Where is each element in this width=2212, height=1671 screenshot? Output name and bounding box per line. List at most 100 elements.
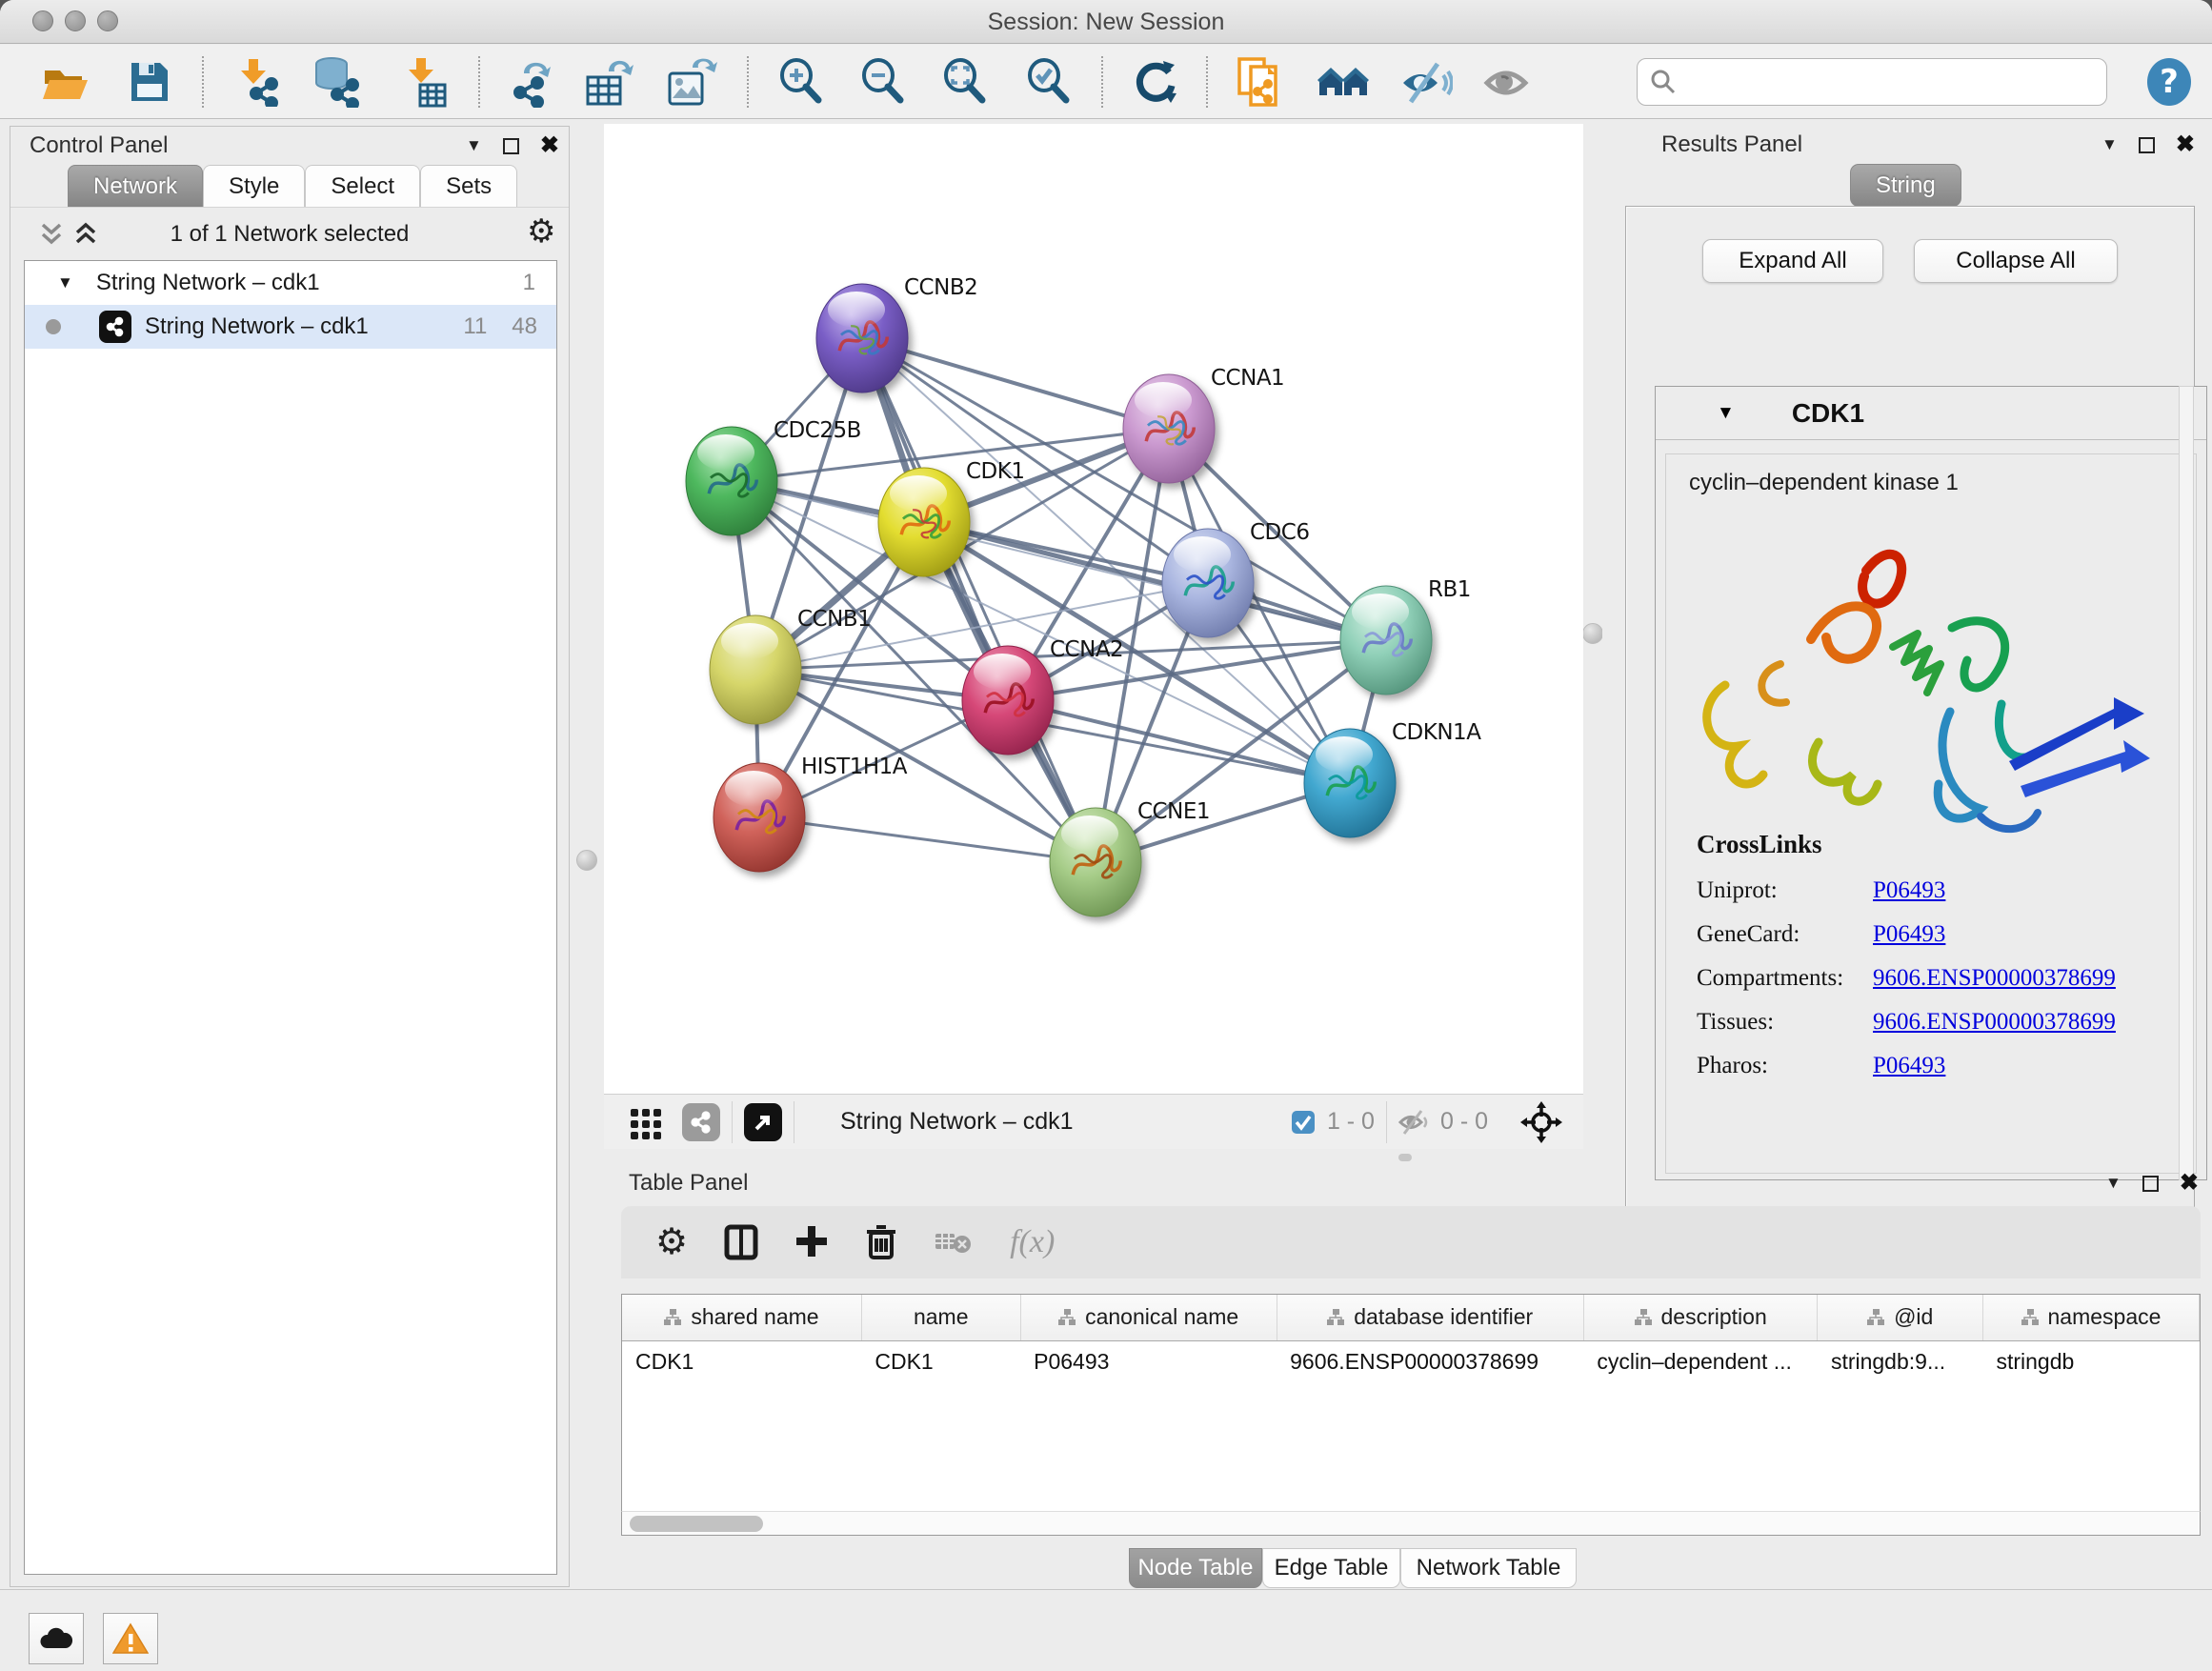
- export-network-icon[interactable]: [503, 54, 558, 110]
- table-panel-float-icon[interactable]: [2142, 1176, 2159, 1192]
- zoom-fit-icon[interactable]: [937, 54, 993, 110]
- tab-sets[interactable]: Sets: [420, 165, 517, 207]
- table-cell[interactable]: CDK1: [861, 1340, 1020, 1382]
- table-cell[interactable]: P06493: [1020, 1340, 1277, 1382]
- bottom-splitter-handle[interactable]: [1398, 1154, 1412, 1161]
- table-cell[interactable]: CDK1: [622, 1340, 861, 1382]
- save-session-icon[interactable]: [122, 54, 177, 110]
- table-row[interactable]: CDK1CDK1P064939606.ENSP00000378699cyclin…: [622, 1340, 2200, 1382]
- table-cell[interactable]: cyclin–dependent ...: [1583, 1340, 1818, 1382]
- show-columns-icon[interactable]: [724, 1223, 758, 1261]
- protein-header[interactable]: ▼ CDK1: [1656, 387, 2206, 440]
- crosslink-link[interactable]: P06493: [1873, 877, 1945, 904]
- first-neighbors-icon[interactable]: [1317, 54, 1372, 110]
- tab-node-table[interactable]: Node Table: [1129, 1548, 1262, 1588]
- column-header-canonical-name[interactable]: canonical name: [1020, 1295, 1277, 1340]
- add-column-icon[interactable]: [794, 1224, 829, 1260]
- tab-style[interactable]: Style: [203, 165, 305, 207]
- network-node-CDKN1A[interactable]: [1304, 729, 1396, 837]
- table-cell[interactable]: 9606.ENSP00000378699: [1277, 1340, 1583, 1382]
- table-cell[interactable]: stringdb: [1982, 1340, 2199, 1382]
- network-edge[interactable]: [759, 817, 1096, 862]
- network-node-HIST1H1A[interactable]: [714, 763, 805, 872]
- results-panel-collapse-icon[interactable]: ▼: [2101, 135, 2118, 154]
- table-cell[interactable]: stringdb:9...: [1818, 1340, 1983, 1382]
- network-canvas[interactable]: CCNB2CCNA1CDC25BCDK1CDC6RB1CCNB1CCNA2CDK…: [604, 124, 1583, 1094]
- network-node-CCNB2[interactable]: [816, 284, 908, 393]
- network-node-CDC6[interactable]: [1162, 529, 1254, 637]
- column-header-shared-name[interactable]: shared name: [622, 1295, 861, 1340]
- import-network-file-icon[interactable]: [229, 54, 284, 110]
- network-row-selected[interactable]: String Network – cdk1 11 48: [25, 305, 556, 349]
- show-details-icon[interactable]: [1482, 54, 1538, 110]
- network-node-CCNE1[interactable]: [1050, 808, 1141, 916]
- tab-network[interactable]: Network: [68, 165, 203, 207]
- collection-expander-icon[interactable]: ▼: [57, 273, 73, 292]
- network-options-gear-icon[interactable]: ⚙: [527, 215, 555, 248]
- left-splitter-handle[interactable]: [576, 850, 597, 871]
- hide-selected-icon[interactable]: [1398, 54, 1454, 110]
- warning-status-button[interactable]: [103, 1613, 158, 1664]
- tab-select[interactable]: Select: [305, 165, 420, 207]
- birdseye-view-icon[interactable]: [744, 1103, 782, 1141]
- table-options-gear-icon[interactable]: ⚙: [655, 1224, 688, 1260]
- zoom-in-icon[interactable]: [774, 54, 829, 110]
- network-edge[interactable]: [862, 338, 1096, 862]
- network-node-CCNA1[interactable]: [1123, 374, 1215, 483]
- collapse-all-button[interactable]: Collapse All: [1914, 239, 2118, 283]
- crosslink-link[interactable]: P06493: [1873, 1053, 1945, 1079]
- results-panel-close-icon[interactable]: ✖: [2176, 133, 2195, 156]
- network-node-CCNB1[interactable]: [710, 615, 801, 724]
- delete-column-icon[interactable]: [865, 1223, 897, 1261]
- import-table-file-icon[interactable]: [396, 54, 452, 110]
- network-share-view-icon[interactable]: [682, 1103, 720, 1141]
- column-header-database-identifier[interactable]: database identifier: [1277, 1295, 1583, 1340]
- right-splitter-handle[interactable]: [1582, 623, 1603, 644]
- network-node-CCNA2[interactable]: [962, 646, 1054, 755]
- table-panel-close-icon[interactable]: ✖: [2180, 1172, 2199, 1195]
- tab-network-table[interactable]: Network Table: [1400, 1548, 1577, 1588]
- hidden-eye-icon[interactable]: [1398, 1108, 1431, 1137]
- help-icon[interactable]: ?: [2142, 54, 2197, 110]
- import-network-database-icon[interactable]: [309, 54, 364, 110]
- pan-crosshair-icon[interactable]: [1520, 1101, 1562, 1143]
- column-header-description[interactable]: description: [1583, 1295, 1818, 1340]
- column-header--id[interactable]: @id: [1818, 1295, 1983, 1340]
- refresh-view-icon[interactable]: [1128, 54, 1183, 110]
- crosslink-link[interactable]: 9606.ENSP00000378699: [1873, 1009, 2116, 1036]
- results-panel-float-icon[interactable]: [2139, 137, 2155, 153]
- delete-table-icon[interactable]: [934, 1228, 974, 1257]
- results-scrollbar[interactable]: [2179, 386, 2194, 1180]
- expand-all-button[interactable]: Expand All: [1702, 239, 1883, 283]
- column-header-name[interactable]: name: [861, 1295, 1020, 1340]
- table-horizontal-scrollbar[interactable]: [621, 1511, 2201, 1536]
- control-panel-collapse-icon[interactable]: ▼: [466, 136, 482, 155]
- control-panel-float-icon[interactable]: [503, 138, 519, 154]
- crosslink-link[interactable]: 9606.ENSP00000378699: [1873, 965, 2116, 992]
- search-input[interactable]: [1637, 58, 2107, 106]
- network-edge[interactable]: [924, 522, 1386, 640]
- network-node-CDC25B[interactable]: [686, 427, 777, 535]
- tab-edge-table[interactable]: Edge Table: [1262, 1548, 1400, 1588]
- column-header-namespace[interactable]: namespace: [1982, 1295, 2199, 1340]
- network-edge[interactable]: [862, 338, 1169, 429]
- open-session-icon[interactable]: [38, 54, 93, 110]
- table-panel-collapse-icon[interactable]: ▼: [2105, 1174, 2122, 1193]
- protein-expander-icon[interactable]: ▼: [1717, 403, 1735, 424]
- grid-view-icon[interactable]: [627, 1103, 665, 1141]
- network-node-RB1[interactable]: [1340, 586, 1432, 695]
- crosslink-link[interactable]: P06493: [1873, 921, 1945, 948]
- function-builder-icon[interactable]: f(x): [1010, 1224, 1055, 1260]
- export-table-icon[interactable]: [581, 54, 636, 110]
- network-node-CDK1[interactable]: [878, 468, 970, 576]
- tab-string[interactable]: String: [1850, 164, 1961, 207]
- zoom-selected-icon[interactable]: [1021, 54, 1076, 110]
- control-panel-close-icon[interactable]: ✖: [540, 134, 559, 157]
- string-document-icon[interactable]: [1231, 54, 1286, 110]
- selected-checkbox-icon[interactable]: [1291, 1110, 1316, 1135]
- zoom-out-icon[interactable]: [855, 54, 911, 110]
- export-image-icon[interactable]: [663, 54, 718, 110]
- node-table[interactable]: shared namenamecanonical namedatabase id…: [621, 1294, 2201, 1536]
- network-collection-row[interactable]: ▼ String Network – cdk1 1: [25, 261, 556, 305]
- scrollbar-thumb[interactable]: [630, 1516, 763, 1532]
